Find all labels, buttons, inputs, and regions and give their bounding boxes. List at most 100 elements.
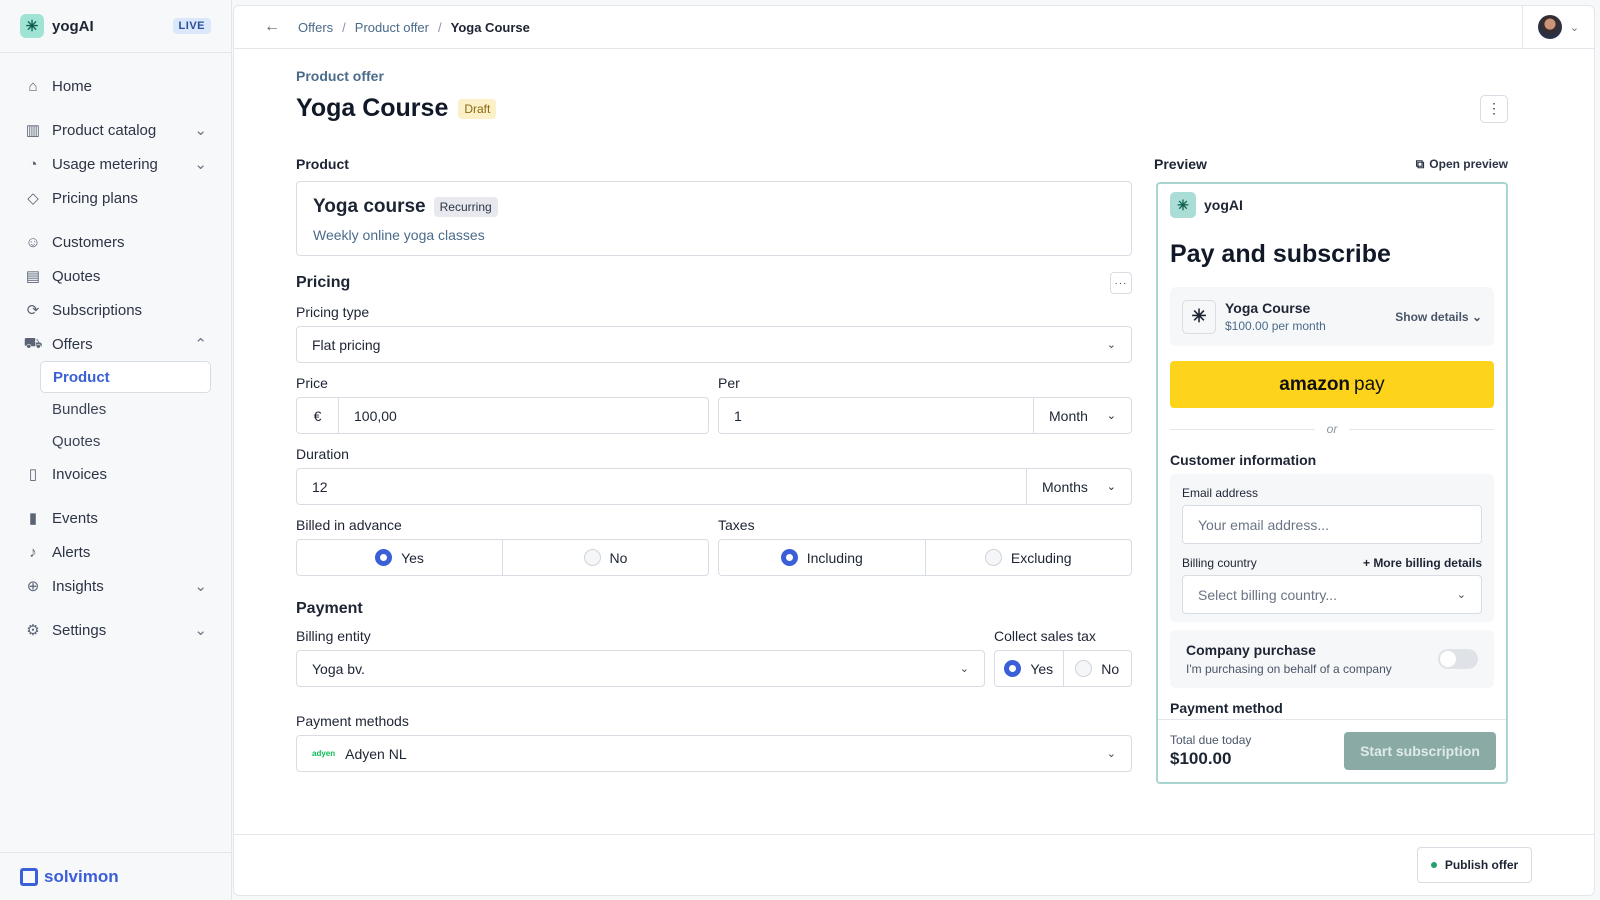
price-field[interactable]: € 100,00 bbox=[296, 397, 709, 434]
recurring-badge: Recurring bbox=[433, 197, 498, 217]
sales-tax-radio-group: Yes No bbox=[994, 650, 1132, 687]
preview-order-item: ✳ Yoga Course $100.00 per month Show det… bbox=[1170, 287, 1494, 346]
chevron-down-icon: ⌄ bbox=[1471, 309, 1482, 324]
duration-label: Duration bbox=[296, 446, 349, 462]
option-label: Yes bbox=[1030, 660, 1054, 677]
payment-methods-select[interactable]: adyen Adyen NL ⌄ bbox=[296, 735, 1132, 772]
radio-unselected bbox=[583, 549, 601, 566]
barcode-icon: ▥ bbox=[25, 122, 41, 139]
price-input[interactable]: 100,00 bbox=[338, 398, 708, 433]
page-header: Product offer Yoga Course Draft ⋮ bbox=[296, 68, 1508, 123]
pricing-type-label: Pricing type bbox=[296, 304, 370, 320]
price-label: Price bbox=[296, 375, 328, 391]
radio-selected bbox=[375, 549, 393, 566]
gauge-icon: ◔ bbox=[28, 155, 38, 173]
status-badge: Draft bbox=[458, 98, 497, 119]
duration-unit-select[interactable]: Months ⌄ bbox=[1026, 469, 1131, 504]
product-name: Yoga course bbox=[313, 196, 426, 217]
chevron-down-icon: ⌄ bbox=[1106, 339, 1116, 351]
nav-subscriptions[interactable]: ⟳ Subscriptions bbox=[0, 293, 231, 327]
radio-selected bbox=[780, 549, 798, 566]
amazon-pay-button[interactable]: amazon pay bbox=[1170, 361, 1494, 408]
bell-icon: ♪ bbox=[29, 543, 37, 561]
per-input[interactable]: 1 bbox=[719, 398, 1033, 433]
home-icon: ⌂ bbox=[28, 77, 38, 95]
nav-home[interactable]: ⌂ Home bbox=[0, 69, 231, 103]
back-arrow-icon[interactable]: ← bbox=[264, 18, 280, 36]
billed-yes-option[interactable]: Yes bbox=[297, 540, 502, 575]
nav-events[interactable]: ▮ Events bbox=[0, 501, 231, 535]
nav-label: Alerts bbox=[52, 543, 91, 561]
billed-no-option[interactable]: No bbox=[502, 540, 708, 575]
external-link-icon: ⧉ bbox=[1415, 156, 1425, 171]
nav-insights[interactable]: ⊕ Insights ⌄ bbox=[0, 569, 231, 603]
more-billing-details-button[interactable]: + More billing details bbox=[1363, 556, 1482, 570]
or-text: or bbox=[1326, 422, 1338, 436]
nav-offers-quotes[interactable]: Quotes bbox=[40, 425, 211, 457]
publish-offer-button[interactable]: Publish offer bbox=[1417, 847, 1532, 883]
customer-info-title: Customer information bbox=[1170, 452, 1317, 468]
preview-item-name: Yoga Course bbox=[1225, 300, 1311, 316]
nav-pricing-plans[interactable]: ◇ Pricing plans bbox=[0, 181, 231, 215]
pricing-type-select[interactable]: Flat pricing ⌄ bbox=[296, 326, 1132, 363]
billing-entity-select[interactable]: Yoga bv. ⌄ bbox=[296, 650, 985, 687]
nav-quotes[interactable]: ▤ Quotes bbox=[0, 259, 231, 293]
ellipsis-icon: ··· bbox=[1114, 277, 1128, 289]
nav-invoices[interactable]: ▯ Invoices bbox=[0, 457, 231, 491]
open-preview-label: Open preview bbox=[1429, 157, 1508, 171]
solvimon-logo-icon bbox=[20, 867, 38, 886]
nav-usage-metering[interactable]: ◔ Usage metering ⌄ bbox=[0, 147, 231, 181]
company-purchase-desc: I'm purchasing on behalf of a company bbox=[1186, 662, 1392, 676]
workspace-header[interactable]: ✳ yogAI LIVE bbox=[0, 0, 231, 53]
adyen-logo-icon: adyen bbox=[312, 749, 336, 758]
preview-header: Preview ⧉ Open preview bbox=[1154, 156, 1508, 172]
receipt-icon: ▤ bbox=[25, 268, 41, 285]
total-due-label: Total due today bbox=[1170, 733, 1252, 747]
solvimon-brand: solvimon bbox=[44, 866, 119, 886]
chevron-down-icon: ⌄ bbox=[194, 122, 207, 139]
nav-offers-bundles[interactable]: Bundles bbox=[40, 393, 211, 425]
sales-tax-no-option[interactable]: No bbox=[1062, 651, 1132, 686]
nav-settings[interactable]: ⚙ Settings ⌄ bbox=[0, 613, 231, 647]
taxes-radio-group: Including Excluding bbox=[718, 539, 1132, 576]
company-purchase-toggle[interactable] bbox=[1438, 649, 1478, 669]
taxes-excluding-option[interactable]: Excluding bbox=[924, 540, 1132, 575]
per-unit-select[interactable]: Month ⌄ bbox=[1033, 398, 1131, 433]
plus-icon: + bbox=[1362, 556, 1370, 570]
more-actions-button[interactable]: ⋮ bbox=[1480, 94, 1508, 123]
user-menu[interactable]: ⌄ bbox=[1522, 5, 1594, 49]
preview-item-price: $100.00 per month bbox=[1225, 319, 1326, 333]
nav-alerts[interactable]: ♪ Alerts bbox=[0, 535, 231, 569]
radio-unselected bbox=[1075, 660, 1093, 677]
billing-country-placeholder: Select billing country... bbox=[1198, 586, 1338, 603]
gear-icon: ⚙ bbox=[26, 622, 40, 639]
start-subscription-button[interactable]: Start subscription bbox=[1344, 732, 1496, 770]
billing-country-select[interactable]: Select billing country... ⌄ bbox=[1182, 575, 1482, 614]
nav-offers[interactable]: ⛟ Offers ⌃ bbox=[0, 327, 231, 361]
payment-method-value: Adyen NL bbox=[345, 745, 407, 762]
nav-product-catalog[interactable]: ▥ Product catalog ⌄ bbox=[0, 113, 231, 147]
nav-customers[interactable]: ☺ Customers bbox=[0, 225, 231, 259]
show-details-button[interactable]: Show details ⌄ bbox=[1395, 310, 1482, 324]
email-field[interactable]: Your email address... bbox=[1182, 505, 1482, 544]
sales-tax-yes-option[interactable]: Yes bbox=[995, 651, 1063, 686]
chevron-down-icon: ⌄ bbox=[194, 622, 207, 639]
company-purchase-title: Company purchase bbox=[1186, 642, 1316, 658]
duration-input[interactable]: 12 bbox=[297, 469, 1026, 504]
chevron-down-icon: ⌄ bbox=[1569, 21, 1580, 34]
nav-offers-product[interactable]: Product bbox=[40, 361, 211, 393]
email-label: Email address bbox=[1182, 486, 1259, 500]
radio-unselected bbox=[984, 549, 1002, 566]
payment-title: Payment bbox=[296, 600, 363, 617]
pricing-more-button[interactable]: ··· bbox=[1110, 272, 1132, 294]
breadcrumb-product-offer[interactable]: Product offer bbox=[355, 20, 429, 35]
option-label: Including bbox=[806, 549, 863, 566]
per-field: 1 Month ⌄ bbox=[718, 397, 1132, 434]
nav-label: Usage metering bbox=[52, 155, 158, 173]
taxes-including-option[interactable]: Including bbox=[719, 540, 925, 575]
zoom-icon: ⊕ bbox=[26, 578, 40, 595]
product-card[interactable]: Yoga course Recurring Weekly online yoga… bbox=[296, 181, 1132, 256]
open-preview-link[interactable]: ⧉ Open preview bbox=[1416, 157, 1508, 172]
breadcrumb-offers[interactable]: Offers bbox=[298, 20, 333, 35]
nav-label: Pricing plans bbox=[52, 189, 138, 207]
